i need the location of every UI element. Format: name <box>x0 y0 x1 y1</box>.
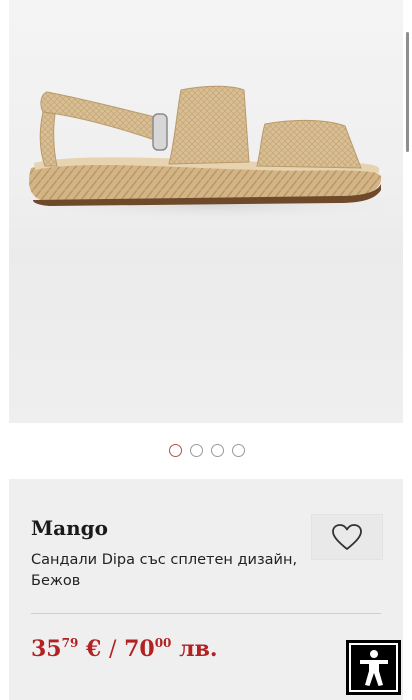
price-separator: / <box>108 637 117 662</box>
gallery-pagination <box>0 444 412 458</box>
accessibility-button-frame <box>349 643 398 692</box>
page-scrollbar[interactable] <box>406 32 409 152</box>
gallery-dot-2[interactable] <box>190 444 203 457</box>
price-eur-decimal: 79 <box>61 636 79 650</box>
gallery-dot-1[interactable] <box>169 444 182 457</box>
price-eur-integer: 35 <box>31 636 62 662</box>
accessibility-button[interactable] <box>346 640 401 695</box>
heart-icon <box>332 524 362 550</box>
product-info-card: Mango Сандали Dipa със сплетен дизайн, Б… <box>9 479 403 700</box>
gallery-dot-3[interactable] <box>211 444 224 457</box>
price-lev-integer: 70 <box>124 636 155 662</box>
price-eur-currency: € <box>86 636 102 662</box>
brand-name[interactable]: Mango <box>31 516 108 540</box>
accessibility-icon <box>359 649 388 686</box>
product-price: 3579 € / 7000 лв. <box>31 636 218 662</box>
gallery-dot-4[interactable] <box>232 444 245 457</box>
product-title: Сандали Dipa със сплетен дизайн, Бежов <box>31 552 298 589</box>
divider <box>31 613 381 614</box>
product-image-sandal <box>24 85 403 221</box>
price-lev-currency: лв. <box>179 636 218 662</box>
price-lev-decimal: 00 <box>154 636 172 650</box>
product-image-gallery[interactable] <box>9 0 403 423</box>
wishlist-button[interactable] <box>311 514 383 560</box>
